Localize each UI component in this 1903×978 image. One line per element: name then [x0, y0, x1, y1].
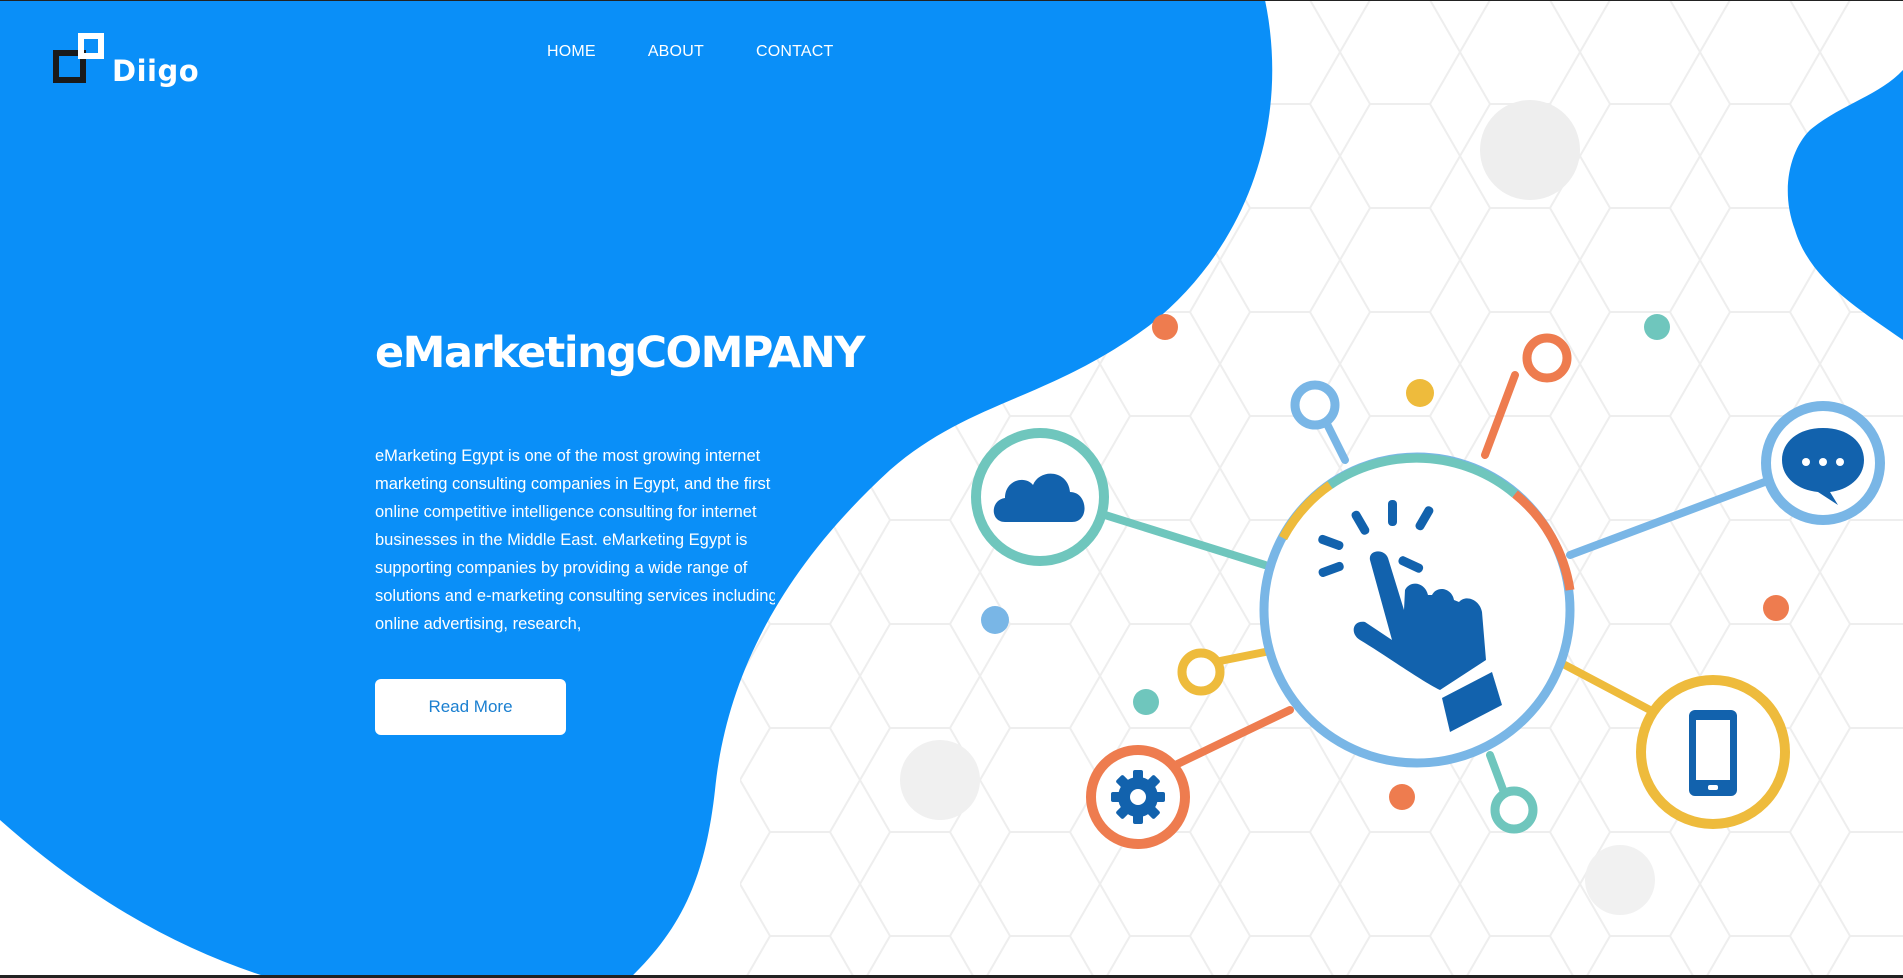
brand-logo[interactable]: Diigo	[52, 33, 199, 87]
smartphone-node	[1636, 675, 1790, 829]
hero-description-line: online competitive intelligence consulti…	[375, 503, 757, 521]
hero-description: eMarketing Egypt is one of the most grow…	[375, 442, 775, 638]
top-border	[0, 0, 1903, 1]
gear-node	[1086, 745, 1190, 849]
nav-contact[interactable]: CONTACT	[756, 43, 834, 61]
hero-title: eMarketingCOMPANY	[375, 328, 865, 378]
nav-about[interactable]: ABOUT	[648, 43, 704, 61]
hero-description-line: marketing consulting companies in Egypt,…	[375, 475, 771, 493]
nav-home[interactable]: HOME	[547, 43, 596, 61]
main-nav: HOME ABOUT CONTACT	[547, 43, 885, 61]
network-illustration	[971, 314, 1885, 849]
hero-description-line: businesses in the Middle East. eMarketin…	[375, 531, 748, 549]
logo-squares-icon	[53, 33, 104, 83]
gear-icon	[1111, 770, 1165, 824]
hero-description-line: eMarketing Egypt is one of the most grow…	[375, 447, 761, 465]
brand-name: Diigo	[112, 54, 200, 88]
hero-description-line: solutions and e-marketing consulting ser…	[375, 587, 775, 605]
hero-description-line: supporting companies by providing a wide…	[375, 559, 748, 577]
hero-description-line: online advertising, research,	[375, 615, 582, 633]
read-more-button[interactable]: Read More	[375, 679, 566, 735]
chat-node	[1761, 401, 1885, 525]
cloud-node	[971, 428, 1109, 566]
smartphone-icon	[1689, 710, 1737, 796]
